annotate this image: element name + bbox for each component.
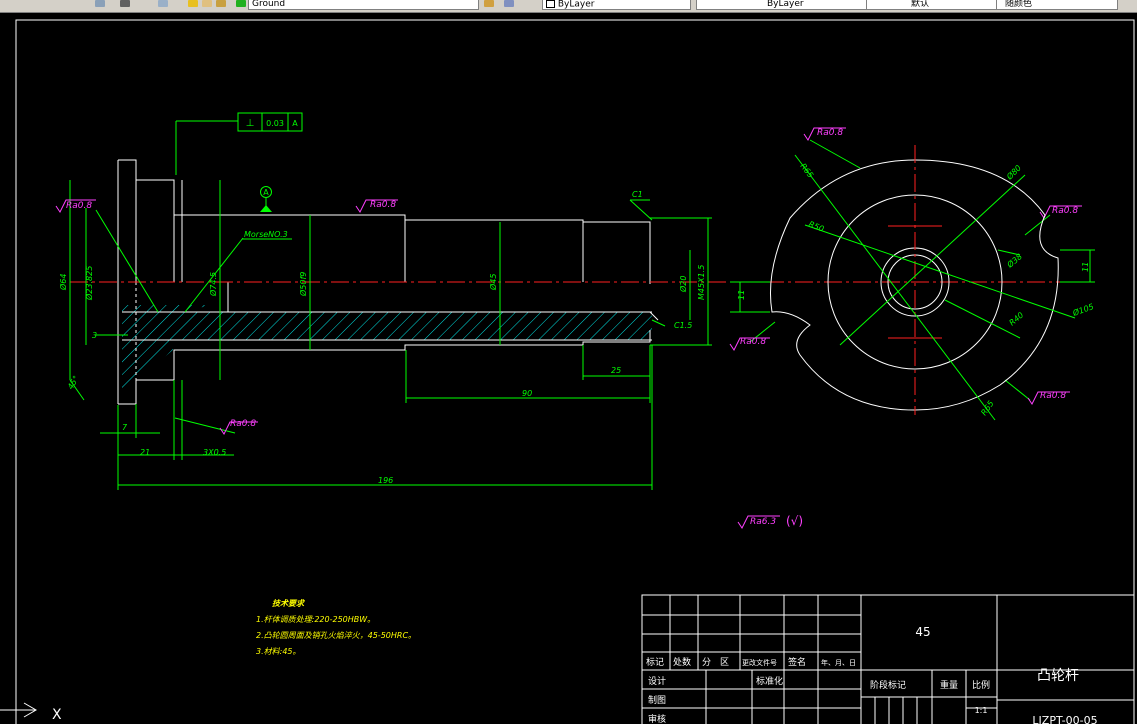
tb-drawing-number: LJZPT-00-05 xyxy=(1032,714,1097,724)
tb-label-change-doc: 更改文件号 xyxy=(742,658,777,667)
tb-label-stage: 阶段标记 xyxy=(870,679,906,691)
shaft-section-view xyxy=(70,159,1060,405)
tb-label-design: 设计 xyxy=(648,675,666,687)
dim-groove: 3X0.5 xyxy=(203,448,226,457)
tech-requirement-2: 2.凸轮圆周面及销孔火焰淬火，45-50HRC。 xyxy=(256,631,416,640)
roughness-general-label: Ra6.3 xyxy=(750,517,776,527)
save-icon[interactable] xyxy=(120,0,130,7)
color-dropdown[interactable]: ByLayer xyxy=(542,0,691,10)
tech-requirement-3: 3.材料:45。 xyxy=(256,647,301,656)
dim-d50f9: Ø50f9 xyxy=(298,272,308,297)
lock-icon[interactable] xyxy=(216,0,226,7)
geometric-tolerance-frame: ⊥ 0.03 A xyxy=(237,112,303,132)
cam-outer-profile xyxy=(769,159,1059,411)
layer-dropdown-value: Ground xyxy=(252,0,286,9)
shaft-hatch-main xyxy=(122,312,652,340)
tb-label-sign: 签名 xyxy=(788,656,806,668)
tb-label-count: 处数 xyxy=(673,656,691,668)
tech-requirements: 技术要求 1.杆体调质处理:220-250HBW。 2.凸轮圆周面及销孔火焰淬火… xyxy=(256,599,416,656)
dim-thread: M45X1.5 xyxy=(697,265,706,300)
dim-r40: R40 xyxy=(1008,311,1026,328)
tech-requirement-1: 1.杆体调质处理:220-250HBW。 xyxy=(256,615,375,624)
datum-triangle xyxy=(260,205,272,212)
color-swatch-icon xyxy=(546,0,555,8)
properties-toolbar: Ground ByLayer ByLayer 默认 随颜色 xyxy=(0,0,1137,13)
tb-label-review: 审核 xyxy=(648,713,666,724)
tb-label-zone: 分 xyxy=(702,657,711,668)
dim-len196: 196 xyxy=(378,476,393,485)
shaft-hatch-lower xyxy=(122,340,173,392)
lineweight-dropdown-value: 默认 xyxy=(911,0,930,9)
tolerance-value: 0.03 xyxy=(266,119,284,128)
sun-icon[interactable] xyxy=(202,0,212,7)
color-dropdown-value: ByLayer xyxy=(557,0,595,10)
plotstyle-dropdown-value: 随颜色 xyxy=(1005,0,1033,9)
ucs-axis-x-label: X xyxy=(52,707,62,723)
tb-label-ratio: 比例 xyxy=(972,679,990,691)
make-current-icon[interactable] xyxy=(484,0,494,7)
morse-taper-label: MorseNO.3 xyxy=(244,230,288,239)
layer-previous-icon[interactable] xyxy=(504,0,514,7)
tb-label-standardize: 标准化 xyxy=(756,675,783,687)
dim-d23825: Ø23.825 xyxy=(84,266,94,301)
datum-label: A xyxy=(263,188,269,197)
dim-ang45: 45° xyxy=(66,374,81,391)
title-block-grid xyxy=(641,594,1135,724)
dim-len21: 21 xyxy=(140,448,150,457)
roughness-label-1: Ra0.8 xyxy=(66,201,92,211)
dim-d105: Ø105 xyxy=(1070,301,1095,318)
roughness-label-3: Ra0.8 xyxy=(230,419,256,429)
dim-d745: Ø74.5 xyxy=(208,272,218,297)
dim-r65a: R65 xyxy=(798,162,815,180)
tb-label-mark: 标记 xyxy=(646,656,664,668)
tb-label-draw: 制图 xyxy=(648,694,666,706)
linetype-dropdown-value: ByLayer xyxy=(767,0,804,9)
dim-d64: Ø64 xyxy=(58,274,68,291)
dimension-lines xyxy=(69,120,1051,490)
tb-label-date: 年、月、日 xyxy=(821,658,856,667)
dim-w11a: 11 xyxy=(1081,262,1090,272)
dim-d20: Ø20 xyxy=(678,276,688,293)
drawing-canvas[interactable]: A ⊥ 0.03 A Ra0.8 Ra0.8 Ra0.8 Ra0.8 Ra0.8… xyxy=(0,13,1137,724)
dim-r50: R50 xyxy=(807,220,825,234)
roughness-label-2: Ra0.8 xyxy=(370,200,396,210)
tb-material-value: 45 xyxy=(915,625,930,639)
drawing-border xyxy=(15,19,1135,724)
dim-w11b: 11 xyxy=(737,290,746,300)
layer-dropdown[interactable]: Ground xyxy=(248,0,479,10)
tb-part-name: 凸轮杆 xyxy=(1037,668,1079,684)
dim-len25: 25 xyxy=(611,366,621,375)
light-bulb-icon[interactable] xyxy=(188,0,198,7)
dim-len90: 90 xyxy=(522,389,532,398)
shaft-outline-bottom xyxy=(118,330,651,405)
roughness-label-5: Ra0.8 xyxy=(1052,206,1078,216)
dim-len7: 7 xyxy=(122,423,128,432)
layer-manager-icon[interactable] xyxy=(95,0,105,7)
tolerance-datum: A xyxy=(292,119,298,128)
tech-requirements-title: 技术要求 xyxy=(272,599,306,608)
title-block-texts: 标记 处数 分 区 更改文件号 签名 年、月、日 设计 标准化 制图 审核 阶段… xyxy=(646,625,1098,724)
dim-len3: 3 xyxy=(92,331,97,340)
tb-scale-value: 1:1 xyxy=(975,706,988,715)
tb-label-weight: 重量 xyxy=(940,679,958,691)
layer-color-swatch-icon xyxy=(236,0,246,7)
ucs-icon xyxy=(0,702,37,718)
shaft-hatch-upper xyxy=(122,305,210,312)
roughness-label-4: Ra0.8 xyxy=(817,128,843,138)
shaft-outline-top xyxy=(118,159,651,284)
chamfer-c1-label: C1 xyxy=(632,190,643,199)
tb-label-area: 区 xyxy=(720,657,729,668)
roughness-general-suffix: (√) xyxy=(786,514,803,528)
perpendicularity-symbol: ⊥ xyxy=(246,118,255,129)
dim-d45: Ø45 xyxy=(488,274,498,291)
chamfer-c15-label: C1.5 xyxy=(674,321,692,330)
plotstyle-dropdown[interactable]: 随颜色 xyxy=(996,0,1118,10)
layer-state-icon[interactable] xyxy=(158,0,168,7)
